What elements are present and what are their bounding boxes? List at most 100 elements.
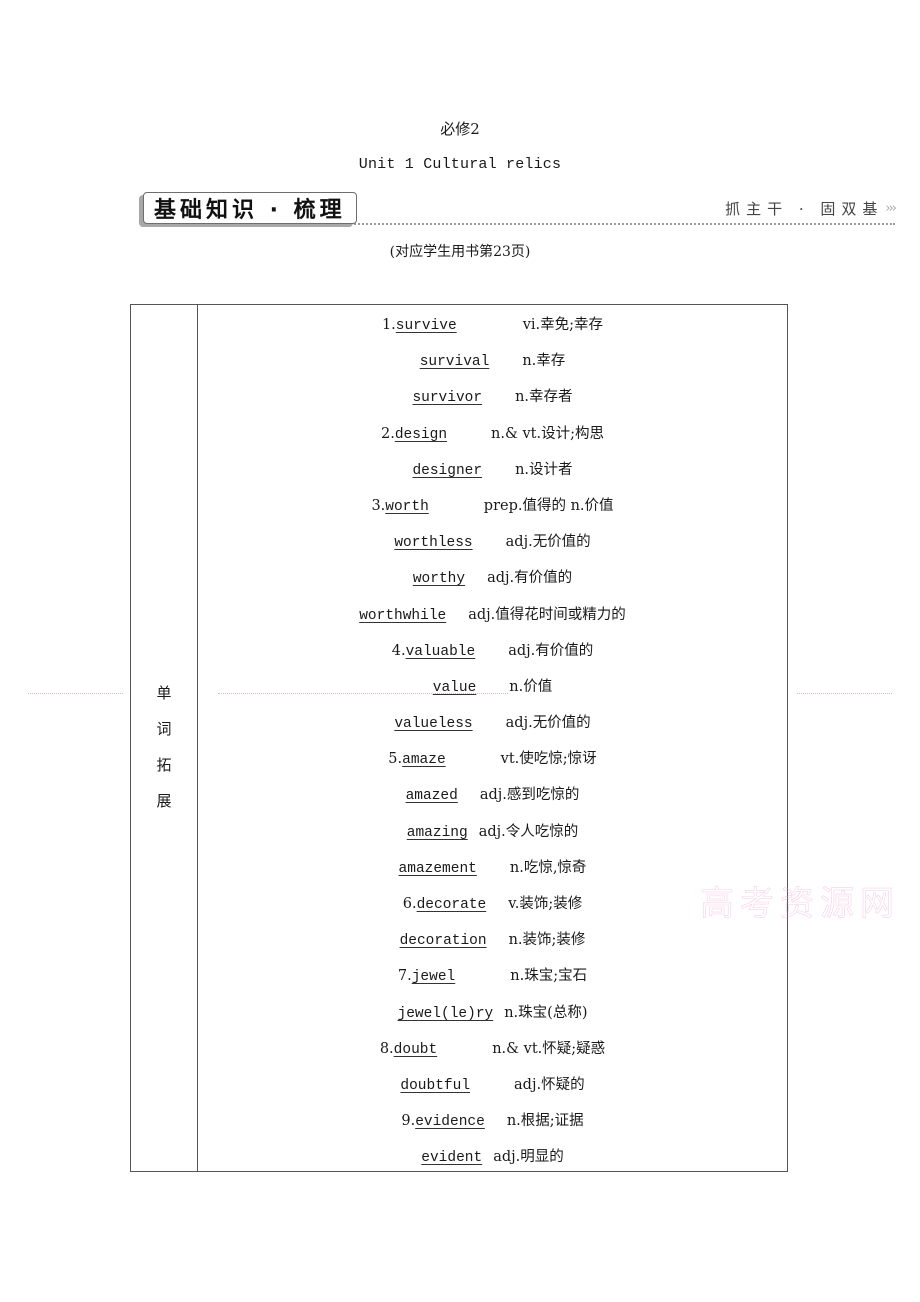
entry-part-of-speech: n.& vt. [491,425,542,442]
entry-meaning: 怀疑的 [541,1076,585,1093]
entry-part-of-speech: n. [504,1004,519,1021]
section-tagline: 抓主干 · 固双基 ››› [725,198,897,219]
section-tagline-text: 抓主干 · 固双基 [725,200,884,218]
entry-number: 1. [381,317,396,333]
entry-part-of-speech: adj. [505,534,533,551]
vocab-entry: 8.doubt n.& vt.怀疑;疑惑 [198,1031,787,1067]
entry-word: evidence [415,1114,485,1131]
category-char: 展 [156,792,172,810]
entry-meaning: 有价值的 [514,570,573,587]
entry-part-of-speech: n. [510,968,525,985]
entry-meaning: 幸存 [536,353,566,370]
entry-meaning: 价值 [523,678,553,695]
vocab-entry: 4.valuable adj.有价值的 [198,633,787,669]
vocab-entry: 7.jewel n.珠宝;宝石 [198,958,787,994]
entry-word: doubt [393,1041,438,1058]
entry-meaning: 有价值的 [535,642,594,659]
vocab-entry: 5.amaze vt.使吃惊;惊讶 [198,741,787,777]
entry-number: 7. [397,968,412,985]
category-char: 词 [156,720,172,738]
entry-meaning: 值得的 n.价值 [522,497,614,514]
entry-part-of-speech: adj. [468,606,496,623]
entry-word: survivor [412,390,483,407]
entry-meaning: 感到吃惊的 [506,787,580,804]
entry-word: amazing [406,824,468,841]
vocab-entry: survivor n.幸存者 [198,379,787,415]
entry-word: decorate [416,897,487,913]
entry-word: jewel [411,969,456,986]
page-reference: (对应学生用书第23页) [389,244,531,260]
entry-meaning: 使吃惊;惊讶 [519,751,597,768]
entry-meaning: 无价值的 [532,715,591,732]
entry-meaning: 珠宝;宝石 [524,968,588,985]
entry-meaning: 根据;证据 [520,1113,584,1130]
entry-meaning: 幸存者 [529,389,573,406]
entry-part-of-speech: vi. [522,317,541,333]
vocab-entry: survival n.幸存 [198,343,787,379]
vocab-entry: amazing adj.令人吃惊的 [198,814,787,850]
vocab-entry: 2.design n.& vt.设计;构思 [198,416,787,452]
entry-word: evident [421,1150,483,1167]
entry-word: valueless [394,716,473,733]
entry-word: designer [412,462,483,479]
entry-part-of-speech: prep. [483,497,523,514]
entry-meaning: 值得花时间或精力的 [495,606,626,623]
entry-part-of-speech: n.& vt. [492,1040,543,1057]
vocab-entry: doubtful adj.怀疑的 [198,1067,787,1103]
section-header: 基础知识 · 梳理 抓主干 · 固双基 ››› [143,192,897,228]
entry-part-of-speech: n. [515,389,530,406]
vocab-entry: worthwhile adj.值得花时间或精力的 [198,597,787,633]
entry-part-of-speech: n. [522,353,537,370]
entry-number: 6. [402,896,417,912]
entry-part-of-speech: adj. [479,787,507,804]
entry-word: design [394,426,448,443]
entry-part-of-speech: n. [508,932,523,949]
vocab-entry: evident adj.明显的 [198,1139,787,1175]
entry-meaning: 幸免;幸存 [540,317,604,333]
entry-part-of-speech: adj. [493,1149,521,1166]
vocab-entry: worthy adj.有价值的 [198,560,787,596]
entry-meaning: 无价值的 [532,534,591,551]
entry-number: 2. [380,425,395,442]
entry-part-of-speech: v. [508,896,520,912]
triple-chevron-right-icon: ››› [885,201,897,216]
vocab-entry: 3.worth prep.值得的 n.价值 [198,488,787,524]
vocabulary-table: 单 词 拓 展 1.survive vi.幸免;幸存 survival n.幸存 sur… [130,304,788,1172]
vocab-entry: 1.survive vi.幸免;幸存 [198,307,787,343]
entry-word: amazement [398,860,477,877]
guide-line-right [797,693,892,694]
entry-part-of-speech: adj. [487,570,515,587]
entry-part-of-speech: vt. [500,751,520,768]
entry-part-of-speech: n. [509,678,524,695]
entry-part-of-speech: n. [515,461,530,478]
entry-meaning: 令人吃惊的 [505,823,579,840]
vocab-entry: jewel(le)ry n.珠宝(总称) [198,995,787,1031]
entry-word: doubtful [400,1077,471,1094]
entry-part-of-speech: adj. [478,823,506,840]
entry-word: valuable [405,643,476,660]
vocab-entry: 6.decorate v.装饰;装修 [198,886,787,922]
watermark: 高考资源网 [700,884,900,925]
vocab-entry: designer n.设计者 [198,452,787,488]
vocab-entry: valueless adj.无价值的 [198,705,787,741]
entry-meaning: 珠宝(总称) [518,1004,588,1021]
subject-heading: 必修2 [440,120,480,138]
category-char: 拓 [156,756,172,774]
entry-word: worthy [412,571,466,588]
vocab-entry: worthless adj.无价值的 [198,524,787,560]
vocab-entry: 9.evidence n.根据;证据 [198,1103,787,1139]
entry-part-of-speech: n. [509,859,524,876]
vocabulary-entries: 1.survive vi.幸免;幸存 survival n.幸存 survivor n.幸… [198,307,787,1176]
entry-meaning: 装饰;装修 [519,896,583,912]
entry-number: 9. [401,1113,416,1130]
entry-number: 4. [391,642,406,659]
entry-meaning: 设计者 [529,461,573,478]
entry-number: 8. [379,1040,394,1057]
entry-word: worthless [394,535,473,552]
vocab-entry: amazement n.吃惊,惊奇 [198,850,787,886]
entry-meaning: 吃惊,惊奇 [523,859,587,876]
entry-word: survival [419,354,490,371]
entry-word: worth [385,498,429,515]
entry-word: amaze [402,752,446,769]
entry-part-of-speech: adj. [508,642,536,659]
